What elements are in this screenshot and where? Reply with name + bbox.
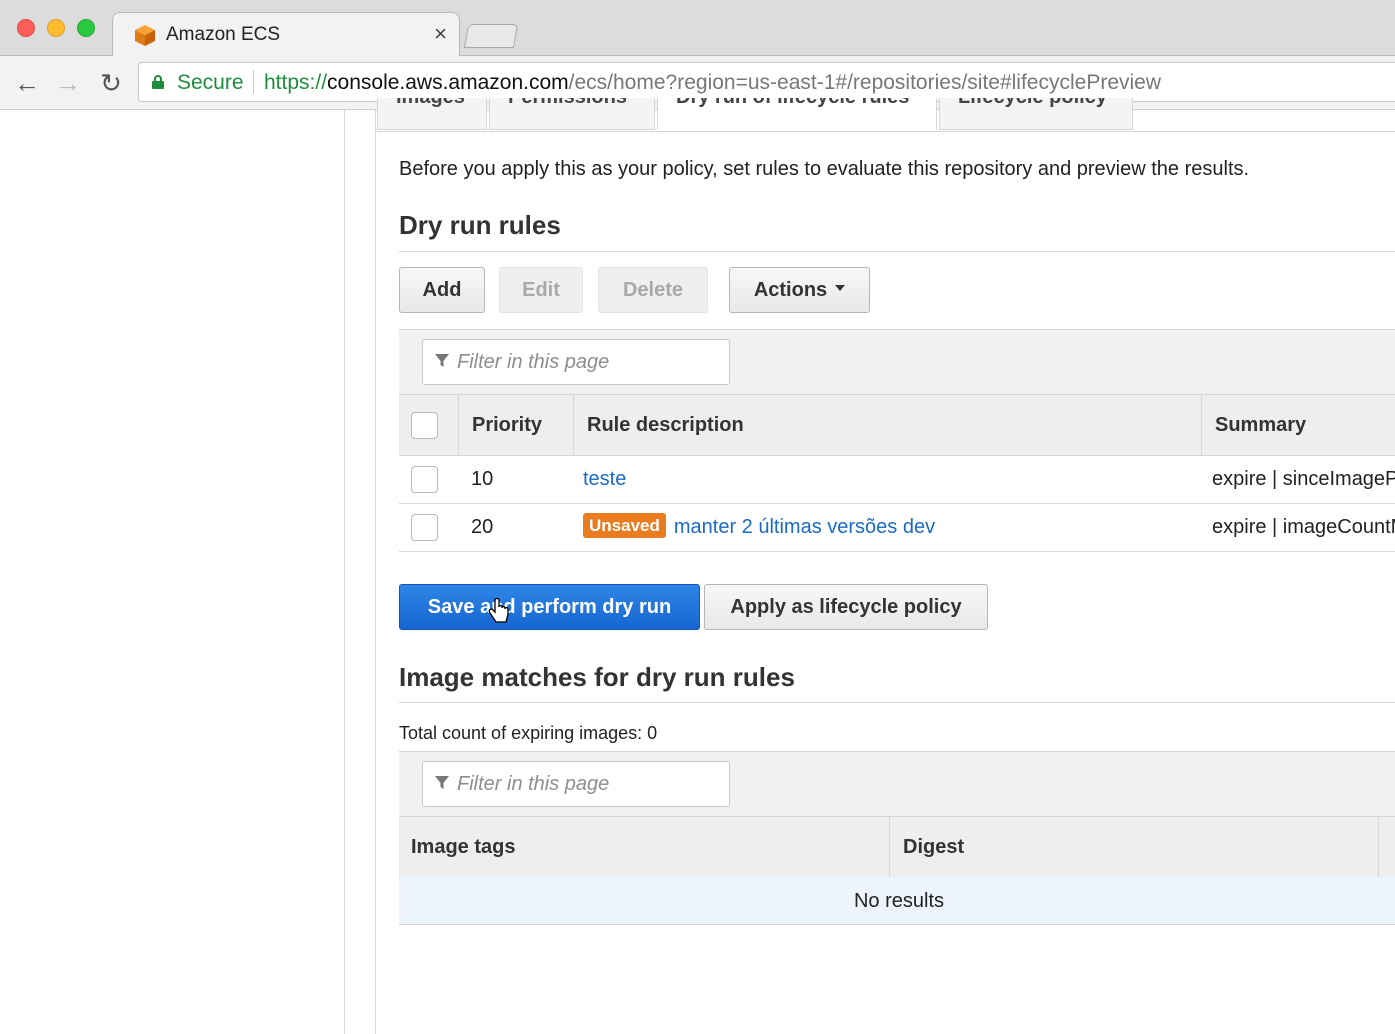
actions-dropdown-button[interactable]: Actions [729, 267, 870, 313]
dry-run-rules-heading: Dry run rules [399, 210, 561, 240]
address-bar[interactable]: Secure https://console.aws.amazon.com/ec… [138, 62, 1395, 102]
aws-cube-icon [135, 25, 155, 46]
left-navigation-panel [0, 110, 345, 1034]
filter-input[interactable]: Filter in this page [422, 761, 730, 807]
column-summary[interactable]: Summary [1201, 395, 1395, 456]
divider [399, 251, 1395, 252]
image-matches-heading: Image matches for dry run rules [399, 662, 795, 692]
repository-tabs: Images Permissions Dry run of lifecycle … [375, 98, 1395, 132]
filter-bar: Filter in this page [399, 329, 1395, 395]
column-rule-description[interactable]: Rule description [573, 395, 1201, 456]
save-and-dry-run-button[interactable]: Save and perform dry run [399, 584, 700, 630]
tab-images[interactable]: Images [377, 98, 487, 130]
apply-lifecycle-policy-button[interactable]: Apply as lifecycle policy [704, 584, 988, 630]
column-priority[interactable]: Priority [458, 395, 573, 456]
close-window-button[interactable] [17, 19, 35, 37]
zoom-window-button[interactable] [77, 19, 95, 37]
divider [399, 702, 1395, 703]
table-row[interactable]: 20 Unsaved manter 2 últimas versões dev e… [399, 504, 1395, 552]
row-checkbox[interactable] [411, 466, 438, 493]
forward-arrow-icon[interactable]: → [53, 68, 83, 98]
lock-icon [152, 75, 164, 89]
column-divider [1378, 817, 1395, 878]
browser-tab-active[interactable]: Amazon ECS × [112, 12, 460, 58]
edit-rule-button[interactable]: Edit [499, 267, 583, 313]
table-header: Image tags Digest [399, 816, 1395, 878]
url-text[interactable]: https://console.aws.amazon.com/ecs/home?… [264, 71, 1161, 95]
chevron-down-icon [835, 284, 846, 291]
rule-link[interactable]: manter 2 últimas versões dev [674, 516, 935, 538]
unsaved-badge: Unsaved [583, 513, 666, 539]
summary-cell: expire | imageCountMoreThan [1212, 516, 1395, 538]
column-image-tags[interactable]: Image tags [399, 817, 889, 878]
delete-rule-button[interactable]: Delete [598, 267, 708, 313]
priority-cell: 10 [471, 468, 494, 490]
priority-cell: 20 [471, 516, 494, 538]
filter-icon [435, 354, 449, 367]
browser-tab-bar: Amazon ECS × [0, 0, 1395, 58]
secure-label: Secure [177, 71, 244, 94]
rule-link[interactable]: teste [583, 468, 626, 490]
rule-description-cell: teste [583, 456, 626, 504]
select-all-checkbox[interactable] [411, 412, 438, 439]
tab-dry-run[interactable]: Dry run of lifecycle rules [657, 98, 937, 130]
column-digest[interactable]: Digest [889, 817, 1378, 878]
close-icon[interactable]: × [434, 21, 447, 47]
filter-bar: Filter in this page [399, 751, 1395, 817]
browser-tab-title: Amazon ECS [166, 24, 281, 45]
new-tab-button[interactable] [463, 24, 519, 48]
expiring-count-text: Total count of expiring images: 0 [399, 723, 658, 743]
intro-text: Before you apply this as your policy, se… [399, 158, 1250, 180]
row-checkbox[interactable] [411, 514, 438, 541]
filter-icon [435, 776, 449, 789]
filter-input[interactable]: Filter in this page [422, 339, 730, 385]
table-row[interactable]: 10 teste expire | sinceImagePushed [399, 456, 1395, 504]
rule-description-cell: Unsaved manter 2 últimas versões dev [583, 504, 935, 552]
divider [253, 70, 254, 94]
back-arrow-icon[interactable]: ← [12, 68, 42, 98]
add-rule-button[interactable]: Add [399, 267, 485, 313]
tab-lifecycle-policy[interactable]: Lifecycle policy [939, 98, 1133, 130]
no-results-row: No results [399, 877, 1395, 925]
table-header: Priority Rule description Summary [399, 394, 1395, 456]
minimize-window-button[interactable] [47, 19, 65, 37]
reload-icon[interactable]: ↻ [96, 68, 126, 98]
summary-cell: expire | sinceImagePushed [1212, 468, 1395, 490]
tab-permissions[interactable]: Permissions [489, 98, 655, 130]
hand-pointer-icon [488, 598, 509, 623]
